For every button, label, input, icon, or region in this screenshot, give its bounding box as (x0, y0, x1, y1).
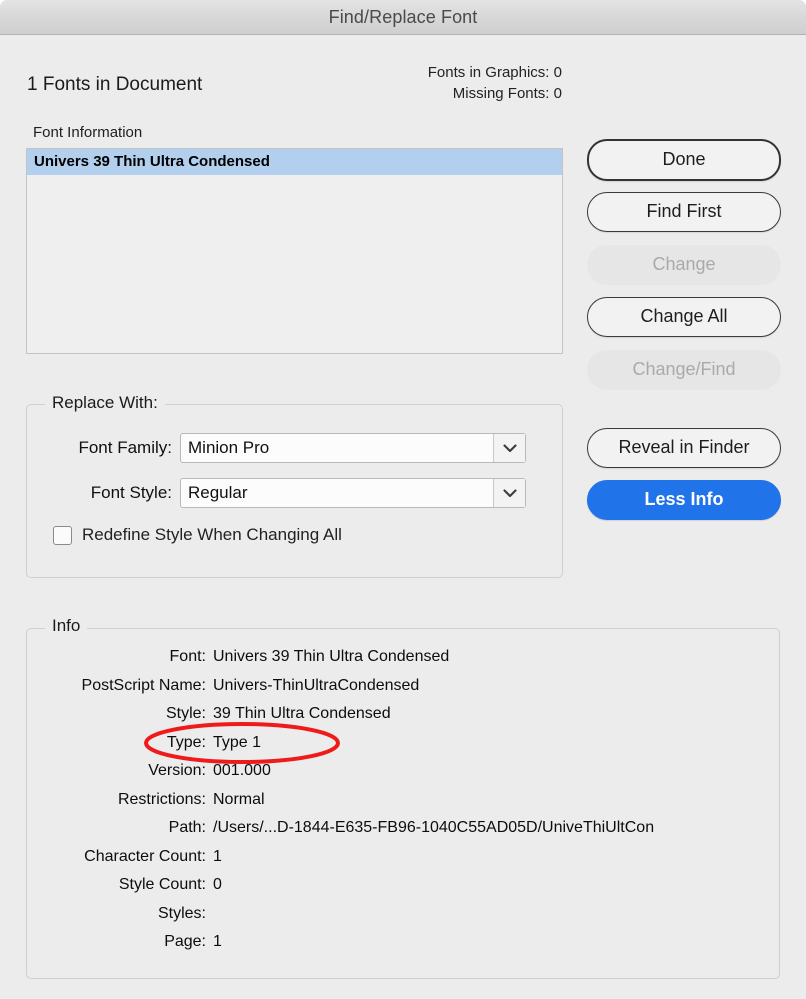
font-style-label: Font Style: (90, 483, 172, 502)
info-row: PostScript Name: Univers-ThinUltraConden… (26, 677, 780, 706)
info-value: 1 (213, 933, 222, 950)
info-key: Restrictions: (117, 790, 206, 808)
window-title: Find/Replace Font (328, 7, 478, 27)
info-value: Univers-ThinUltraCondensed (213, 676, 420, 694)
find-first-button[interactable]: Find First (587, 192, 781, 232)
info-value: 39 Thin Ultra Condensed (213, 705, 391, 722)
info-row: Path: /Users/...D-1844-E635-FB96-1040C55… (26, 819, 780, 848)
info-value: Type 1 (213, 733, 262, 751)
font-information-label: Font Information (33, 124, 143, 141)
info-row: Version: 001.000 (26, 762, 780, 791)
replace-with-legend: Replace With: (45, 393, 165, 413)
font-counts-group: Fonts in Graphics: 0 Missing Fonts: 0 (428, 62, 562, 104)
redefine-style-checkbox[interactable] (53, 525, 72, 545)
find-replace-font-dialog: Find/Replace Font 1 Fonts in Document Fo… (0, 0, 806, 999)
change-button: Change (587, 245, 781, 285)
fonts-in-graphics-label: Fonts in Graphics: 0 (427, 64, 562, 81)
info-value: 0 (213, 876, 222, 893)
info-value: Univers 39 Thin Ultra Condensed (213, 648, 450, 665)
redefine-style-label: Redefine Style When Changing All (82, 525, 342, 544)
window-titlebar: Find/Replace Font (0, 0, 806, 35)
fonts-in-document-label: 1 Fonts in Document (27, 74, 203, 95)
info-row: Style Count: 0 (26, 876, 780, 905)
font-style-select[interactable]: Regular (180, 478, 526, 508)
info-value: /Users/...D-1844-E635-FB96-1040C55AD05D/… (213, 819, 655, 836)
info-key: Styles: (157, 904, 206, 922)
info-key: Version: (148, 762, 206, 779)
info-legend: Info (45, 616, 88, 636)
info-key: Page: (164, 933, 206, 950)
less-info-button[interactable]: Less Info (587, 480, 781, 520)
info-key: Path: (168, 819, 206, 836)
info-value: Normal (213, 790, 265, 808)
info-row: Font: Univers 39 Thin Ultra Condensed (26, 648, 780, 677)
font-information-list[interactable]: Univers 39 Thin Ultra Condensed (26, 148, 563, 354)
info-row: Styles: (26, 905, 780, 934)
missing-fonts-label: Missing Fonts: 0 (452, 85, 562, 102)
done-button[interactable]: Done (587, 139, 781, 181)
font-family-select[interactable]: Minion Pro (180, 433, 526, 463)
info-key: Type: (166, 733, 206, 751)
info-row: Restrictions: Normal (26, 791, 780, 820)
info-row: Style: 39 Thin Ultra Condensed (26, 705, 780, 734)
change-find-button: Change/Find (587, 350, 781, 390)
font-family-value: Minion Pro (188, 438, 270, 457)
chevron-down-icon[interactable] (493, 434, 525, 462)
info-value: 001.000 (213, 762, 271, 779)
info-rows: Font: Univers 39 Thin Ultra Condensed Po… (26, 648, 780, 962)
font-style-value: Regular (188, 483, 248, 502)
font-family-label: Font Family: (78, 438, 172, 457)
redefine-style-row[interactable]: Redefine Style When Changing All (53, 525, 342, 545)
info-value: 1 (213, 847, 222, 865)
info-key: Font: (169, 648, 206, 665)
info-row: Type: Type 1 (26, 734, 780, 763)
change-all-button[interactable]: Change All (587, 297, 781, 337)
info-row: Page: 1 (26, 933, 780, 962)
info-key: Character Count: (84, 847, 206, 865)
info-row: Character Count: 1 (26, 848, 780, 877)
info-key: Style: (165, 705, 206, 722)
info-key: PostScript Name: (81, 676, 206, 694)
info-key: Style Count: (118, 876, 206, 893)
chevron-down-icon[interactable] (493, 479, 525, 507)
list-item[interactable]: Univers 39 Thin Ultra Condensed (27, 149, 562, 175)
reveal-in-finder-button[interactable]: Reveal in Finder (587, 428, 781, 468)
